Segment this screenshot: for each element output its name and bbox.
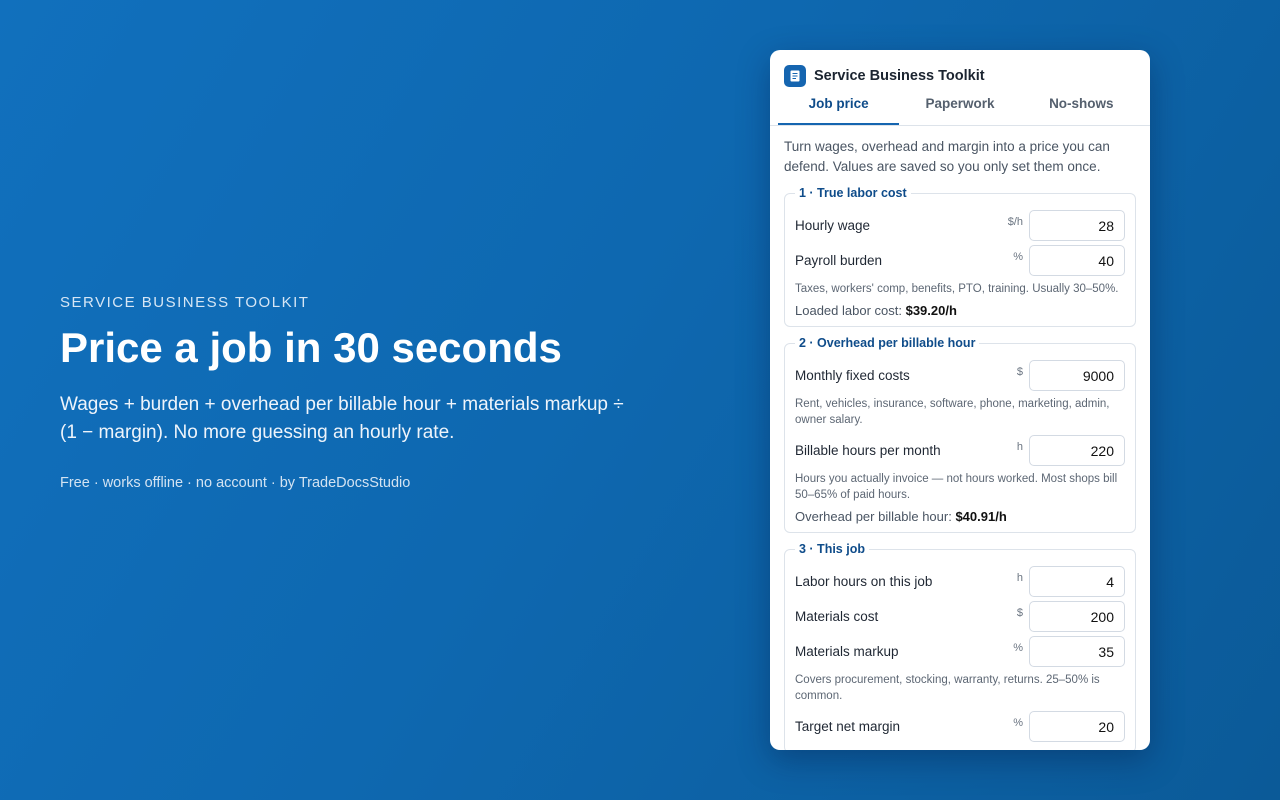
section-overhead: 2 · Overhead per billable hour Monthly f… [784, 336, 1136, 533]
tab-no-shows[interactable]: No-shows [1021, 92, 1142, 125]
field-label: Billable hours per month [795, 443, 941, 458]
result-value: $40.91/h [955, 509, 1007, 524]
hero-meta: Free · works offline · no account · by T… [60, 475, 411, 492]
result-label: Overhead per billable hour: [795, 509, 952, 524]
monthly-fixed-row: Monthly fixed costs $ [795, 358, 1125, 393]
labor-hours-row: Labor hours on this job h [795, 564, 1125, 599]
field-unit: $ [1016, 606, 1023, 619]
section-legend: 3 · This job [799, 542, 865, 556]
section-legend: 1 · True labor cost [799, 186, 907, 200]
job-price-content: Turn wages, overhead and margin into a p… [770, 126, 1150, 750]
result-value: $39.20/h [905, 303, 957, 318]
hourly-wage-row: Hourly wage $/h [795, 208, 1125, 243]
target-margin-input[interactable] [1029, 711, 1125, 742]
payroll-burden-row: Payroll burden % [795, 243, 1125, 278]
materials-cost-row: Materials cost $ [795, 599, 1125, 634]
field-hint: Covers procurement, stocking, warranty, … [795, 674, 1100, 702]
monthly-fixed-input[interactable] [1029, 360, 1125, 391]
section-this-job: 3 · This job Labor hours on this job h M… [784, 542, 1136, 750]
tab-bar: Job price Paperwork No-shows [770, 92, 1150, 126]
billable-hours-input[interactable] [1029, 435, 1125, 466]
field-hint: Rent, vehicles, insurance, software, pho… [795, 398, 1110, 426]
hero-subtitle: Wages + burden + overhead per billable h… [60, 394, 624, 444]
target-margin-row: Target net margin % [795, 709, 1125, 744]
field-unit: h [1016, 440, 1023, 453]
section-labor-cost: 1 · True labor cost Hourly wage $/h Payr… [784, 186, 1136, 327]
field-unit: $ [1016, 365, 1023, 378]
field-label: Monthly fixed costs [795, 368, 910, 383]
billable-hours-row: Billable hours per month h [795, 433, 1125, 468]
loaded-labor-result: Loaded labor cost: $39.20/h [795, 303, 1125, 318]
tab-job-price[interactable]: Job price [778, 92, 900, 125]
field-hint: Hours you actually invoice — not hours w… [795, 473, 1118, 501]
materials-markup-row: Materials markup % [795, 634, 1125, 669]
hero: SERVICE BUSINESS TOOLKIT Price a job in … [60, 294, 640, 491]
field-label: Target net margin [795, 719, 901, 734]
hero-title: Price a job in 30 seconds [60, 324, 562, 371]
app-title: Service Business Toolkit [814, 68, 985, 84]
overhead-result: Overhead per billable hour: $40.91/h [795, 509, 1125, 524]
field-unit: % [1013, 716, 1023, 729]
materials-cost-input[interactable] [1029, 601, 1125, 632]
intro-text: Turn wages, overhead and margin into a p… [784, 139, 1110, 174]
field-label: Hourly wage [795, 218, 871, 233]
section-legend: 2 · Overhead per billable hour [799, 336, 976, 350]
toolkit-panel: Service Business Toolkit Job price Paper… [770, 50, 1150, 750]
field-label: Materials markup [795, 644, 899, 659]
field-unit: h [1016, 571, 1023, 584]
labor-hours-input[interactable] [1029, 566, 1125, 597]
field-label: Materials cost [795, 609, 879, 624]
panel-header: Service Business Toolkit [770, 50, 1150, 92]
field-label: Payroll burden [795, 253, 883, 268]
hero-eyebrow: SERVICE BUSINESS TOOLKIT [60, 294, 310, 311]
field-unit: $/h [1007, 215, 1023, 228]
field-unit: % [1013, 641, 1023, 654]
result-label: Loaded labor cost: [795, 303, 902, 318]
field-hint: Taxes, workers' comp, benefits, PTO, tra… [795, 283, 1119, 295]
tab-paperwork[interactable]: Paperwork [899, 92, 1020, 125]
field-label: Labor hours on this job [795, 574, 933, 589]
field-unit: % [1013, 250, 1023, 263]
hourly-wage-input[interactable] [1029, 210, 1125, 241]
document-icon [784, 65, 806, 87]
materials-markup-input[interactable] [1029, 636, 1125, 667]
payroll-burden-input[interactable] [1029, 245, 1125, 276]
